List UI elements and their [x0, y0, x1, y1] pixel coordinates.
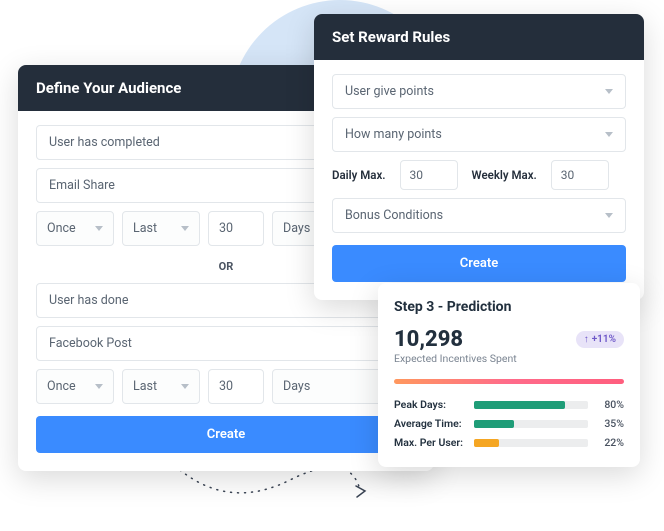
chevron-down-icon — [605, 213, 613, 218]
max-val: 22% — [596, 436, 624, 449]
chevron-down-icon — [605, 89, 613, 94]
chevron-down-icon — [95, 384, 103, 389]
stat-peak: Peak Days: 80% — [394, 398, 624, 411]
reward-action-select[interactable]: User give points — [332, 74, 626, 109]
peak-label: Peak Days: — [394, 398, 474, 411]
freq-label-1: Once — [47, 221, 76, 236]
max-label: Max. Per User: — [394, 436, 474, 449]
chevron-down-icon — [181, 384, 189, 389]
arrow-up-icon: ↑ — [584, 334, 589, 345]
weekly-max-input[interactable] — [551, 160, 609, 190]
prediction-title: Step 3 - Prediction — [394, 299, 624, 315]
reward-rules-card: Set Reward Rules User give points How ma… — [314, 14, 644, 300]
avg-label: Average Time: — [394, 417, 474, 430]
peak-bar — [474, 401, 588, 409]
reward-amount-label: How many points — [345, 127, 442, 142]
trigger-label-2: User has done — [49, 293, 128, 308]
peak-fill — [474, 401, 565, 409]
channel-label-1: Email Share — [49, 178, 115, 193]
range-label-1: Last — [133, 221, 157, 236]
channel-select-2[interactable]: Facebook Post — [36, 326, 416, 361]
define-create-button[interactable]: Create — [36, 416, 416, 453]
peak-val: 80% — [596, 398, 624, 411]
count-input-2[interactable]: 30 — [208, 369, 264, 404]
daily-max-input[interactable] — [400, 160, 458, 190]
range-select-1[interactable]: Last — [122, 211, 200, 246]
unit-label-1: Days — [283, 221, 310, 236]
reward-create-button[interactable]: Create — [332, 245, 626, 282]
max-bar — [474, 439, 588, 447]
bonus-select[interactable]: Bonus Conditions — [332, 198, 626, 233]
chevron-down-icon — [95, 226, 103, 231]
avg-val: 35% — [596, 417, 624, 430]
channel-label-2: Facebook Post — [49, 336, 132, 351]
chevron-down-icon — [181, 226, 189, 231]
stat-max: Max. Per User: 22% — [394, 436, 624, 449]
daily-max-label: Daily Max. — [332, 168, 386, 182]
stat-avg: Average Time: 35% — [394, 417, 624, 430]
delta-badge: ↑ +11% — [576, 331, 624, 348]
prediction-subtitle: Expected Incentives Spent — [394, 352, 517, 365]
gradient-bar — [394, 379, 624, 384]
delta-value: +11% — [592, 334, 616, 345]
reward-amount-select[interactable]: How many points — [332, 117, 626, 152]
unit-label-2: Days — [283, 379, 310, 394]
chevron-down-icon — [605, 132, 613, 137]
trigger-label-1: User has completed — [49, 135, 160, 150]
range-select-2[interactable]: Last — [122, 369, 200, 404]
count-input-1[interactable]: 30 — [208, 211, 264, 246]
avg-bar — [474, 420, 588, 428]
weekly-max-label: Weekly Max. — [472, 168, 537, 182]
freq-label-2: Once — [47, 379, 76, 394]
bonus-label: Bonus Conditions — [345, 208, 443, 223]
reward-action-label: User give points — [345, 84, 434, 99]
max-fill — [474, 439, 499, 447]
prediction-value: 10,298 — [394, 327, 517, 352]
avg-fill — [474, 420, 514, 428]
reward-header: Set Reward Rules — [314, 14, 644, 60]
freq-select-2[interactable]: Once — [36, 369, 114, 404]
prediction-card: Step 3 - Prediction 10,298 Expected Ince… — [378, 283, 640, 467]
freq-select-1[interactable]: Once — [36, 211, 114, 246]
range-label-2: Last — [133, 379, 157, 394]
